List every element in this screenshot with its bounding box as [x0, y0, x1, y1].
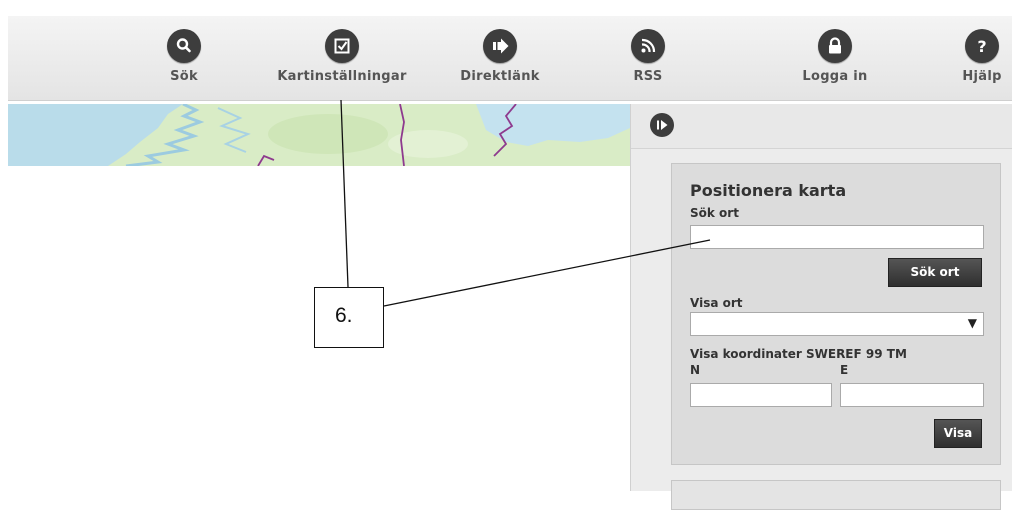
map-tiles — [8, 104, 630, 166]
toolbar-login-label: Logga in — [802, 69, 868, 84]
show-coordinates-button[interactable]: Visa — [934, 419, 982, 448]
search-place-label: Sök ort — [690, 206, 739, 220]
north-label: N — [690, 363, 701, 377]
coordinates-label: Visa koordinater SWEREF 99 TM — [690, 347, 907, 361]
map-view[interactable] — [8, 104, 630, 166]
rss-icon — [631, 29, 665, 63]
show-place-select[interactable]: ▼ — [690, 312, 984, 336]
top-toolbar: Sök Kartinställningar Direktlänk RSS Log… — [0, 0, 1012, 103]
callout-number-box: 6. — [314, 287, 384, 348]
toolbar-search-label: Sök — [170, 69, 198, 84]
collapse-panel-icon[interactable] — [650, 113, 674, 137]
east-coordinate-input[interactable] — [840, 383, 984, 407]
toolbar-rss-button[interactable]: RSS — [628, 20, 668, 98]
position-map-box: Positionera karta Sök ort Sök ort Visa o… — [671, 163, 1001, 465]
toolbar-map-settings-label: Kartinställningar — [277, 69, 407, 84]
dropdown-arrow-icon: ▼ — [967, 316, 977, 330]
search-icon — [167, 29, 201, 63]
help-icon: ? — [965, 29, 999, 63]
north-coordinate-input[interactable] — [690, 383, 832, 407]
search-place-input[interactable] — [690, 225, 984, 249]
svg-text:?: ? — [977, 37, 986, 56]
toolbar-help-button[interactable]: ? Hjälp — [958, 20, 1006, 98]
toolbar-direct-link-button[interactable]: Direktlänk — [450, 20, 550, 98]
search-place-button[interactable]: Sök ort — [888, 258, 982, 287]
toolbar-direct-link-label: Direktlänk — [460, 69, 540, 84]
lock-icon — [818, 29, 852, 63]
show-place-label: Visa ort — [690, 296, 743, 310]
toolbar-rss-label: RSS — [633, 69, 663, 84]
map-settings-icon — [325, 29, 359, 63]
toolbar-login-button[interactable]: Logga in — [790, 20, 880, 98]
next-panel-box — [671, 480, 1001, 510]
position-map-title: Positionera karta — [690, 181, 847, 200]
toolbar-map-settings-button[interactable]: Kartinställningar — [262, 20, 422, 98]
side-panel-header — [631, 104, 1012, 149]
toolbar-help-label: Hjälp — [962, 69, 1002, 84]
direct-link-icon — [483, 29, 517, 63]
callout-label: 6. — [335, 304, 353, 327]
east-label: E — [840, 363, 849, 377]
side-panel: Positionera karta Sök ort Sök ort Visa o… — [630, 104, 1012, 510]
toolbar-search-button[interactable]: Sök — [160, 20, 208, 98]
